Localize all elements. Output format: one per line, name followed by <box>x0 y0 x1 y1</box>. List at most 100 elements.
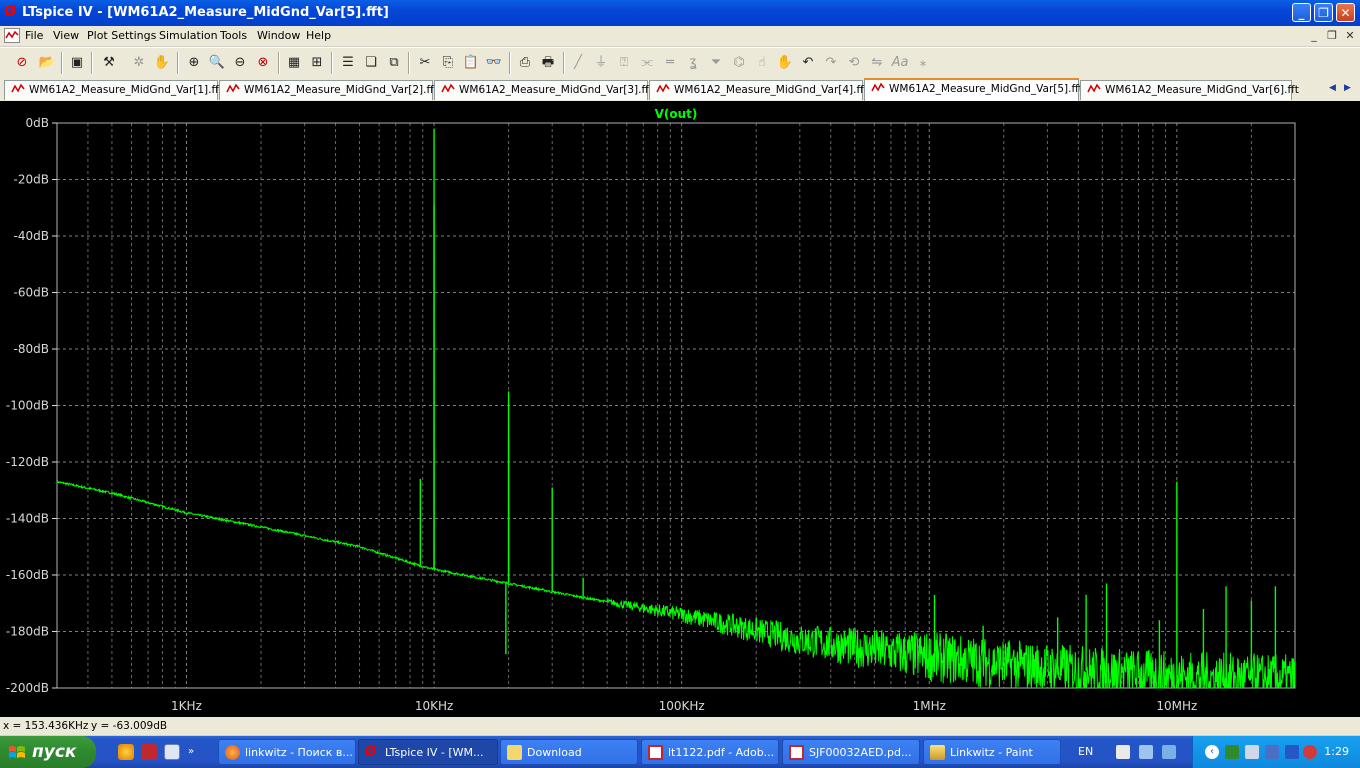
run-icon[interactable]: ✲ <box>129 53 149 73</box>
x-tick-label: 1MHz <box>913 699 946 713</box>
toolbar-separator <box>408 52 410 74</box>
chrome-like-icon[interactable] <box>118 744 134 760</box>
task-label: lt1122.pdf - Adob... <box>668 746 775 759</box>
tray-expand-icon[interactable]: ‹ <box>1205 745 1219 759</box>
y-tick-label: -200dB <box>6 681 49 695</box>
task-label: Download <box>527 746 582 759</box>
tray-security-icon[interactable] <box>1285 745 1299 759</box>
mirror-icon[interactable]: ⇋ <box>867 53 887 73</box>
windows-logo-icon <box>9 746 25 758</box>
menu-tools[interactable]: Tools <box>220 29 247 42</box>
menu-file[interactable]: File <box>25 29 43 42</box>
tray-monitor-icon[interactable] <box>1225 745 1239 759</box>
menu-plot-settings[interactable]: Plot Settings <box>87 29 156 42</box>
menu-simulation[interactable]: Simulation <box>159 29 218 42</box>
redo-icon[interactable]: ↷ <box>821 53 841 73</box>
waveform-icon <box>871 82 885 94</box>
undo-icon[interactable]: ↶ <box>798 53 818 73</box>
open-icon[interactable]: 📂 <box>37 53 57 73</box>
task-lt1122-pdf[interactable]: lt1122.pdf - Adob... <box>641 739 779 765</box>
zoom-cancel-icon[interactable]: ⊗ <box>253 53 273 73</box>
tab-scroll-left-icon[interactable]: ◀ <box>1325 81 1340 96</box>
drag-icon[interactable]: ✋ <box>775 53 795 73</box>
zoom-in-icon[interactable]: ⊕ <box>184 53 204 73</box>
zoom-area-icon[interactable]: 🔍 <box>207 53 227 73</box>
tab-scroll-right-icon[interactable]: ▶ <box>1340 81 1355 96</box>
pdf-reader-icon[interactable] <box>141 744 157 760</box>
ltspice-icon: Ø <box>365 745 377 760</box>
text-icon[interactable]: Aa <box>890 53 910 73</box>
spice-directive-icon[interactable]: ⁎ <box>913 53 933 73</box>
task-ltspice[interactable]: Ø LTspice IV - [WM... <box>358 739 498 765</box>
control-panel-icon[interactable]: ⚒ <box>99 53 119 73</box>
rotate-icon[interactable]: ⟲ <box>844 53 864 73</box>
tab-var-1[interactable]: WM61A2_Measure_MidGnd_Var[1].fft <box>4 80 223 100</box>
task-paint[interactable]: Linkwitz - Paint <box>923 739 1061 765</box>
menu-view[interactable]: View <box>53 29 79 42</box>
waveform-icon <box>11 83 25 95</box>
tray-antivirus-icon[interactable] <box>1303 745 1317 759</box>
tray-computer-icon[interactable] <box>1162 745 1176 759</box>
fft-plot[interactable]: 0dB -20dB -40dB -60dB -80dB -100dB -120dB -140d… <box>0 101 1360 717</box>
tray-display-icon[interactable] <box>1245 745 1259 759</box>
diode-icon[interactable]: ⏷ <box>706 53 726 73</box>
move-icon[interactable]: ☝ <box>752 53 772 73</box>
tab-var-5[interactable]: WM61A2_Measure_MidGnd_Var[5].fft <box>864 78 1083 101</box>
cut-icon[interactable]: ✂ <box>415 53 435 73</box>
tab-var-2[interactable]: WM61A2_Measure_MidGnd_Var[2].fft <box>219 80 438 100</box>
mdi-close-button[interactable]: ✕ <box>1343 29 1357 42</box>
media-icon[interactable] <box>164 744 180 760</box>
capacitor-icon[interactable]: ═ <box>660 53 680 73</box>
tile-vertical-icon[interactable]: ⧉ <box>384 53 404 73</box>
tab-label: WM61A2_Measure_MidGnd_Var[1].fft <box>29 84 223 96</box>
ground-icon[interactable]: ⏚ <box>591 53 611 73</box>
print-preview-icon[interactable]: ⎙ <box>515 53 535 73</box>
tile-horizontal-icon[interactable]: ☰ <box>338 53 358 73</box>
menu-help[interactable]: Help <box>306 29 331 42</box>
tray-app-icon[interactable] <box>1116 745 1130 759</box>
zoom-out-icon[interactable]: ⊖ <box>230 53 250 73</box>
autorange-icon[interactable]: ▦ <box>284 53 304 73</box>
close-button[interactable]: ✕ <box>1336 3 1355 22</box>
minimize-button[interactable]: _ <box>1292 3 1311 22</box>
menu-window[interactable]: Window <box>257 29 300 42</box>
task-download-folder[interactable]: Download <box>500 739 638 765</box>
mdi-minimize-button[interactable]: _ <box>1307 29 1321 42</box>
start-label: пуск <box>32 742 77 762</box>
toolbar: ⊘ 📂 ▣ ⚒ ✲ ✋ ⊕ 🔍 ⊖ ⊗ ▦ ⊞ ☰ ❏ ⧉ ✂ ⎘ 📋 👓 ⎙ … <box>0 47 1360 79</box>
cursor-x-readout: x = 153.436KHz <box>3 720 89 732</box>
cascade-icon[interactable]: ❏ <box>361 53 381 73</box>
component-icon[interactable]: ⌬ <box>729 53 749 73</box>
overflow-chevron-icon[interactable]: » <box>188 744 204 760</box>
ltspice-logo-icon[interactable]: Ø <box>4 5 18 19</box>
task-linkwitz-search[interactable]: linkwitz - Поиск в... <box>218 739 356 765</box>
pan-hand-icon[interactable]: ✋ <box>152 53 172 73</box>
inductor-icon[interactable]: ʓ <box>683 53 703 73</box>
tab-var-6[interactable]: WM61A2_Measure_MidGnd_Var[6].fft <box>1080 80 1299 100</box>
tab-var-4[interactable]: WM61A2_Measure_MidGnd_Var[4].fft <box>649 80 868 100</box>
new-schematic-icon[interactable]: ⊘ <box>12 53 32 73</box>
tray-network-icon[interactable] <box>1139 745 1153 759</box>
save-icon[interactable]: ▣ <box>67 53 87 73</box>
tray-network-2-icon[interactable] <box>1265 745 1279 759</box>
label-icon[interactable]: ⍰ <box>614 53 634 73</box>
mdi-restore-button[interactable]: ❐ <box>1325 29 1339 42</box>
wire-icon[interactable]: ╱ <box>568 53 588 73</box>
copy-icon[interactable]: ⎘ <box>438 53 458 73</box>
find-icon[interactable]: 👓 <box>484 53 504 73</box>
paste-icon[interactable]: 📋 <box>461 53 481 73</box>
tab-var-3[interactable]: WM61A2_Measure_MidGnd_Var[3].fft <box>434 80 653 100</box>
x-tick-label: 10KHz <box>415 699 453 713</box>
language-indicator[interactable]: EN <box>1078 736 1093 768</box>
trace-title[interactable]: V(out) <box>655 107 698 121</box>
grid-icon[interactable]: ⊞ <box>307 53 327 73</box>
tab-label: WM61A2_Measure_MidGnd_Var[6].fft <box>1105 84 1299 96</box>
resistor-icon[interactable]: ⫘ <box>637 53 657 73</box>
waveform-viewer[interactable]: 0dB -20dB -40dB -60dB -80dB -100dB -120dB -140d… <box>0 101 1360 717</box>
document-icon[interactable] <box>4 28 20 43</box>
task-sjf-pdf[interactable]: SJF00032AED.pd... <box>782 739 920 765</box>
restore-button[interactable]: ❐ <box>1314 3 1333 22</box>
start-button[interactable]: пуск <box>0 736 96 768</box>
print-icon[interactable]: 🖶 <box>538 53 558 73</box>
trace-v-out[interactable] <box>56 128 1296 690</box>
